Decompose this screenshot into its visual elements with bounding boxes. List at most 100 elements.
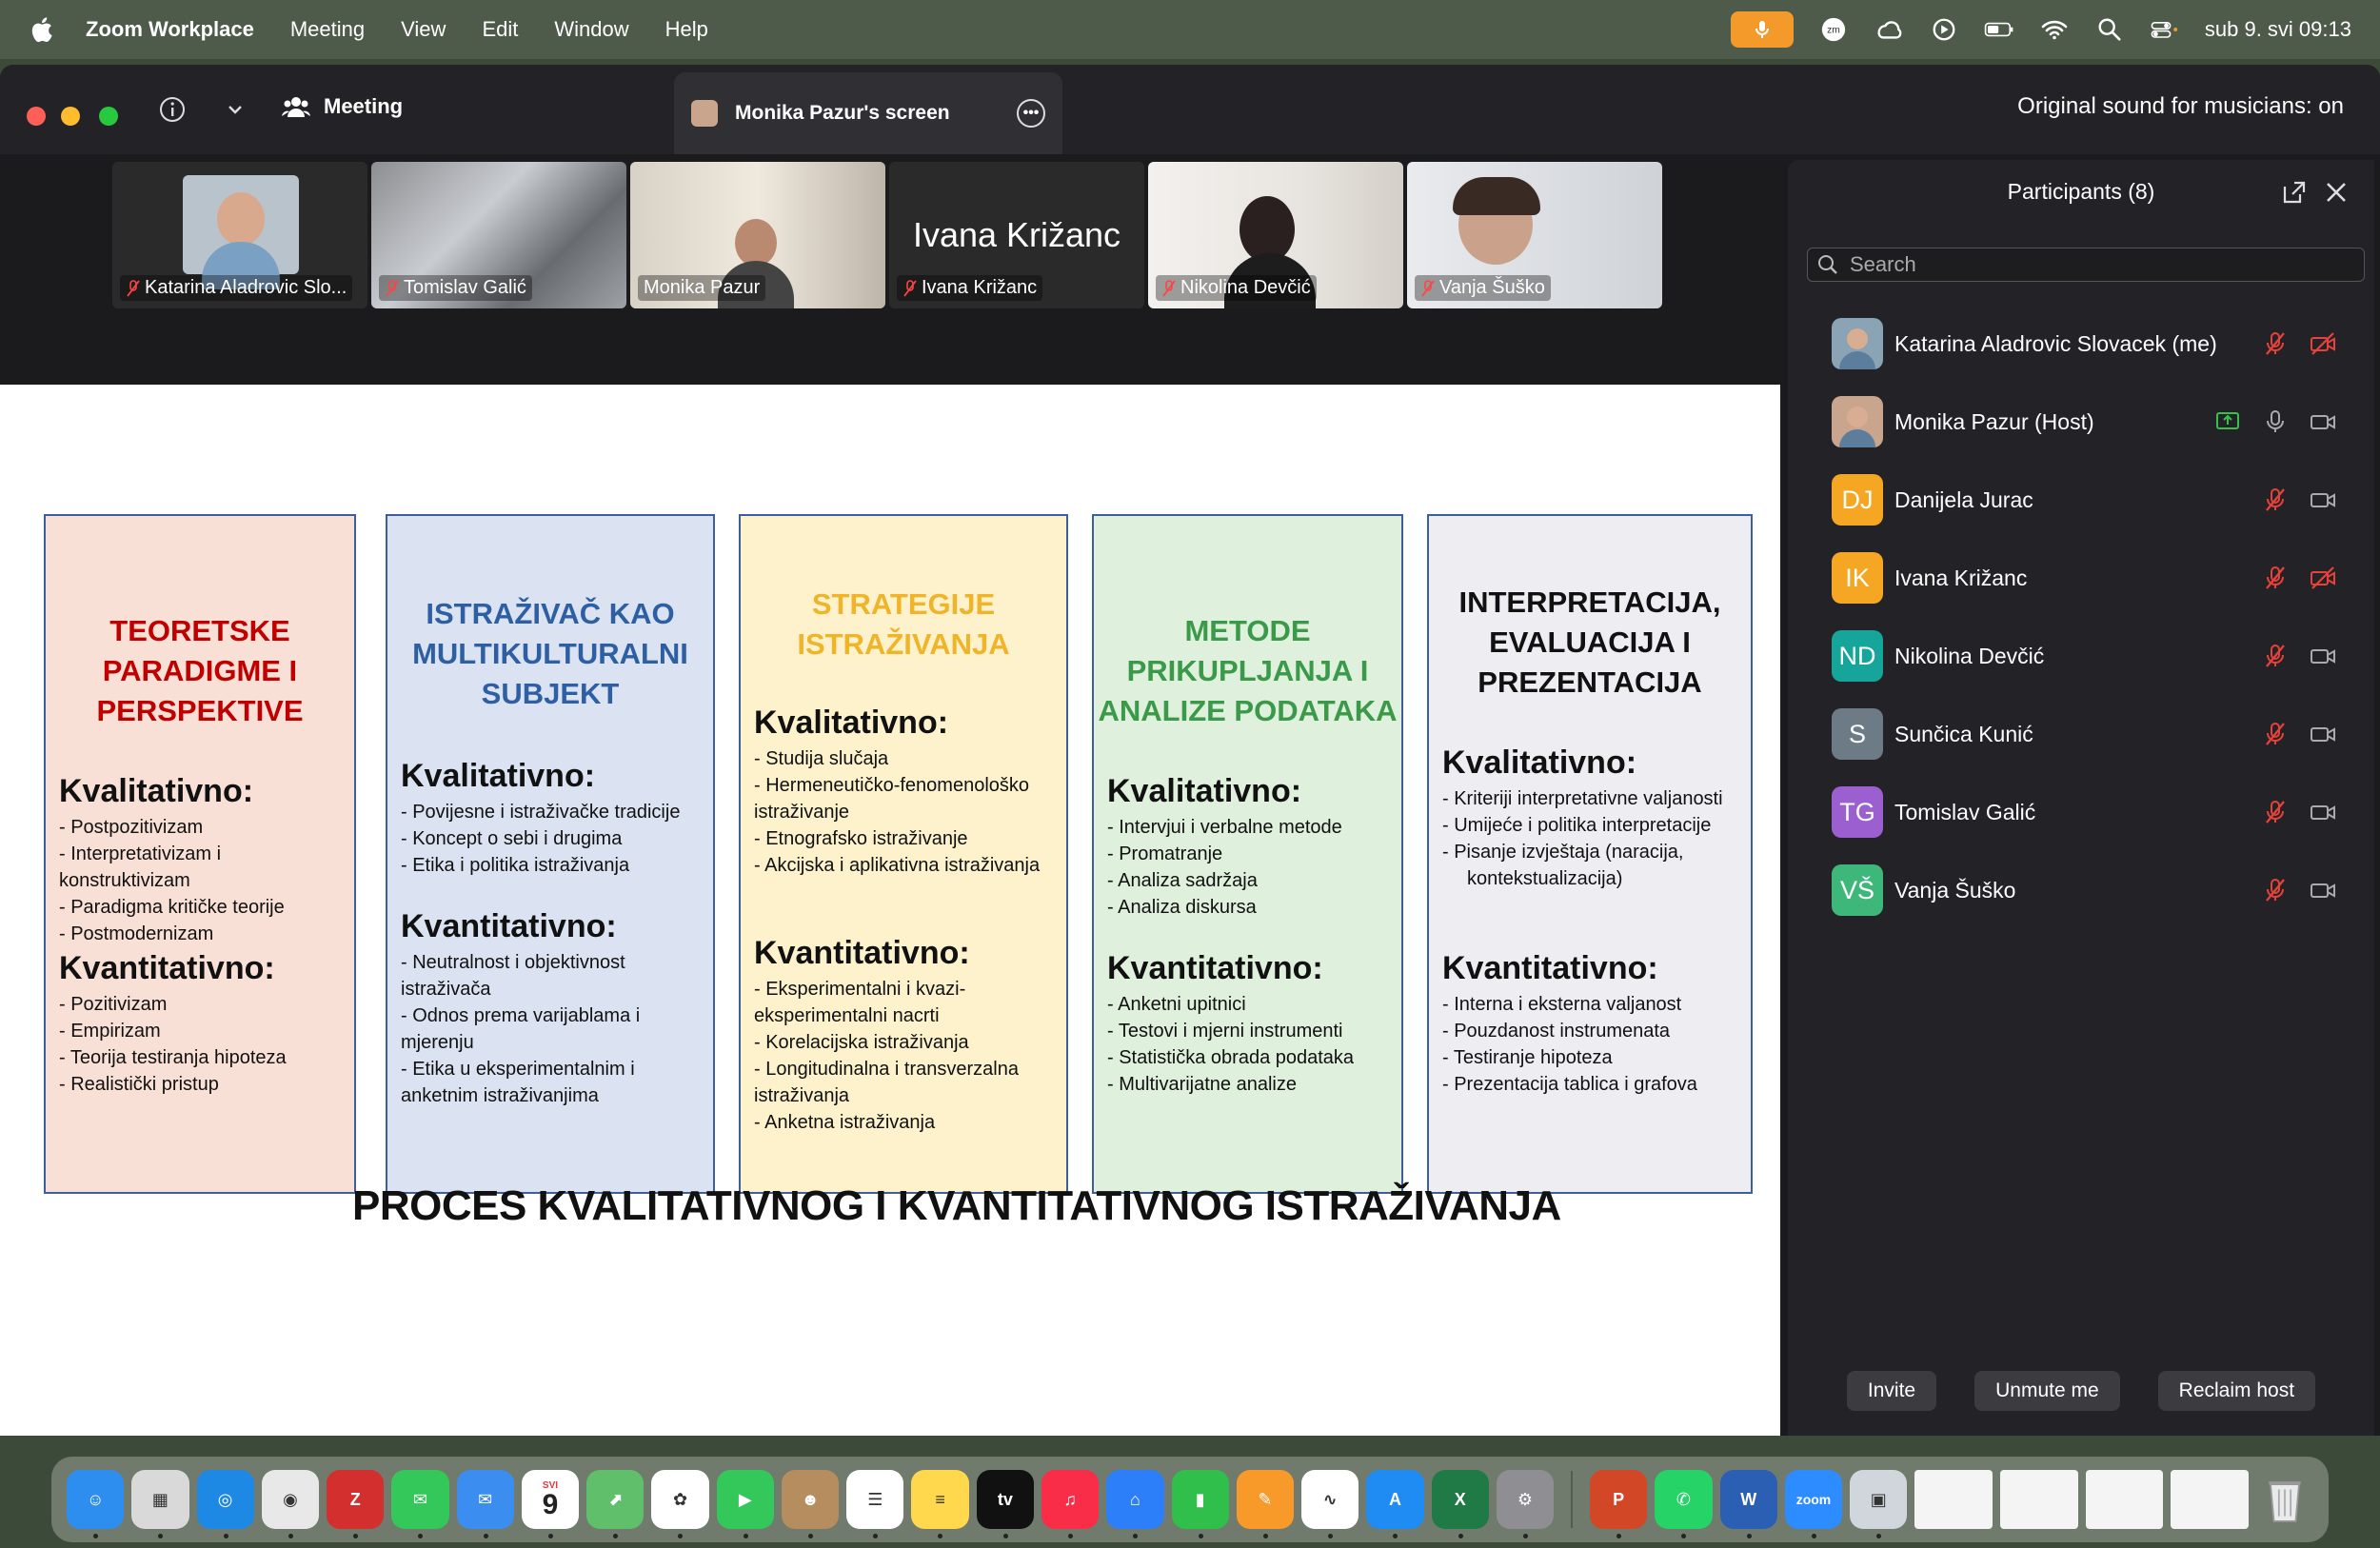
dock-music-icon[interactable]: ♫ — [1041, 1470, 1100, 1538]
dock-powerpoint-icon[interactable]: P — [1590, 1470, 1648, 1538]
close-icon[interactable] — [2323, 179, 2350, 206]
wifi-icon[interactable] — [2039, 15, 2070, 44]
video-tile-vanja[interactable]: Vanja Šuško — [1407, 162, 1662, 308]
muted-mic-icon[interactable] — [2262, 877, 2289, 903]
dock-keynote-icon[interactable]: ⌂ — [1106, 1470, 1164, 1538]
shared-screen-slide: TEORETSKE PARADIGME I PERSPEKTIVE Kvalitat… — [0, 385, 1780, 1436]
dock-maps-icon[interactable]: ⬈ — [586, 1470, 645, 1538]
video-camera-icon[interactable] — [2310, 408, 2336, 435]
dock-notes-icon[interactable]: ≡ — [911, 1470, 969, 1538]
microphone-in-use-icon[interactable] — [1730, 11, 1794, 48]
zoom-status-icon[interactable]: zm — [1818, 15, 1849, 44]
dock-mail-icon[interactable]: ✉ — [456, 1470, 514, 1538]
participant-row[interactable]: Katarina Aladrovic Slovacek (me) — [1788, 305, 2374, 383]
video-tile-ivana[interactable]: Ivana Križanc Ivana Križanc — [889, 162, 1144, 308]
dock-calendar-icon[interactable]: SVI 9 — [521, 1470, 580, 1538]
battery-icon[interactable] — [1984, 15, 2014, 44]
pop-out-icon[interactable] — [2281, 179, 2308, 206]
meeting-view-button[interactable]: Meeting — [282, 92, 403, 121]
dock-excel-icon[interactable]: X — [1431, 1470, 1489, 1538]
close-window-button[interactable] — [27, 107, 46, 126]
participant-name: Monika Pazur (Host) — [1894, 408, 2094, 434]
fullscreen-window-button[interactable] — [99, 107, 118, 126]
menu-window[interactable]: Window — [554, 17, 628, 42]
dock-pages-icon[interactable]: ✎ — [1236, 1470, 1295, 1538]
muted-mic-icon[interactable] — [2262, 721, 2289, 747]
invite-button[interactable]: Invite — [1846, 1371, 1937, 1411]
dock-trash-icon[interactable] — [2256, 1470, 2313, 1529]
play-icon[interactable] — [1929, 15, 1959, 44]
muted-mic-icon[interactable] — [2262, 643, 2289, 669]
participant-row[interactable]: ND Nikolina Devčić — [1788, 617, 2374, 695]
screen-share-tab[interactable]: Monika Pazur's screen ••• — [674, 72, 1062, 154]
muted-mic-icon[interactable] — [2262, 486, 2289, 513]
dock-chrome-icon[interactable]: ◉ — [261, 1470, 320, 1538]
participant-row[interactable]: IK Ivana Križanc — [1788, 539, 2374, 617]
menu-help[interactable]: Help — [665, 17, 708, 42]
video-tile-katarina[interactable]: Katarina Aladrovic Slo... — [112, 162, 367, 308]
dock-freeform-icon[interactable]: ∿ — [1301, 1470, 1359, 1538]
dock-safari-icon[interactable]: ◎ — [196, 1470, 254, 1538]
dock-app-store-icon[interactable]: A — [1366, 1470, 1424, 1538]
spotlight-search-icon[interactable] — [2094, 15, 2125, 44]
video-camera-icon[interactable] — [2310, 721, 2336, 747]
video-tile-nikolina[interactable]: Nikolina Devčić — [1148, 162, 1403, 308]
video-camera-icon[interactable] — [2310, 643, 2336, 669]
more-options-icon[interactable]: ••• — [1017, 99, 1045, 128]
participant-row[interactable]: Monika Pazur (Host) — [1788, 383, 2374, 461]
avatar: TG — [1832, 786, 1883, 838]
creative-cloud-icon[interactable] — [1874, 15, 1904, 44]
original-sound-status[interactable]: Original sound for musicians: on — [2017, 93, 2344, 120]
dock-preview-icon[interactable]: ▣ — [1850, 1470, 1908, 1538]
muted-mic-icon — [1162, 279, 1176, 297]
video-off-icon[interactable] — [2310, 565, 2336, 591]
menu-edit[interactable]: Edit — [482, 17, 518, 42]
muted-mic-icon[interactable] — [2262, 330, 2289, 357]
participant-row[interactable]: DJ Danijela Jurac — [1788, 461, 2374, 539]
dock-zotero-icon[interactable]: Z — [327, 1470, 385, 1538]
dock-photos-icon[interactable]: ✿ — [651, 1470, 709, 1538]
video-tile-tomislav[interactable]: Tomislav Galić — [371, 162, 626, 308]
dock-numbers-icon[interactable]: ▮ — [1171, 1470, 1229, 1538]
menu-view[interactable]: View — [401, 17, 446, 42]
meeting-info-icon[interactable] — [156, 93, 188, 126]
dock-contacts-icon[interactable]: ☻ — [781, 1470, 840, 1538]
apple-icon[interactable] — [29, 15, 53, 44]
video-camera-icon[interactable] — [2310, 877, 2336, 903]
participant-row[interactable]: S Sunčica Kunić — [1788, 695, 2374, 773]
video-tile-monika[interactable]: Monika Pazur — [630, 162, 885, 308]
muted-mic-icon[interactable] — [2262, 799, 2289, 825]
unmute-me-button[interactable]: Unmute me — [1974, 1371, 2120, 1411]
dock-facetime-icon[interactable]: ▶ — [716, 1470, 774, 1538]
video-off-icon[interactable] — [2310, 330, 2336, 357]
muted-mic-icon[interactable] — [2262, 565, 2289, 591]
quantitative-section: Kvantitativno: - Eksperimentalni i kvazi… — [754, 935, 1019, 1133]
mic-icon[interactable] — [2262, 408, 2289, 435]
menubar-clock[interactable]: sub 9. svi 09:13 — [2205, 17, 2351, 42]
dock-system-settings-icon[interactable]: ⚙ — [1496, 1470, 1555, 1538]
video-camera-icon[interactable] — [2310, 799, 2336, 825]
chevron-down-icon[interactable] — [219, 93, 251, 126]
dock-minimized-window[interactable] — [2000, 1470, 2078, 1529]
dock-messages-icon[interactable]: ✉ — [391, 1470, 449, 1538]
dock-word-icon[interactable]: W — [1719, 1470, 1777, 1538]
dock-minimized-window[interactable] — [2171, 1470, 2249, 1529]
dock-tv-icon[interactable]: tv — [976, 1470, 1034, 1538]
dock-minimized-window[interactable] — [2085, 1470, 2164, 1529]
participant-row[interactable]: VŠ Vanja Šuško — [1788, 851, 2374, 929]
participant-search-input[interactable]: Search — [1807, 248, 2365, 282]
dock-reminders-icon[interactable]: ☰ — [846, 1470, 904, 1538]
minimize-window-button[interactable] — [61, 107, 80, 126]
menu-app-name[interactable]: Zoom Workplace — [86, 17, 254, 42]
dock-zoom-icon[interactable]: zoom — [1784, 1470, 1843, 1538]
dock-finder-icon[interactable]: ☺ — [67, 1470, 125, 1538]
menu-meeting[interactable]: Meeting — [290, 17, 365, 42]
control-center-icon[interactable] — [2150, 15, 2180, 44]
reclaim-host-button[interactable]: Reclaim host — [2157, 1371, 2316, 1411]
participant-row[interactable]: TG Tomislav Galić — [1788, 773, 2374, 851]
quantitative-section: Kvantitativno: - Anketni upitnici - Test… — [1107, 950, 1355, 1095]
video-camera-icon[interactable] — [2310, 486, 2336, 513]
dock-whatsapp-icon[interactable]: ✆ — [1655, 1470, 1713, 1538]
dock-minimized-window[interactable] — [1914, 1470, 1993, 1529]
dock-launchpad-icon[interactable]: ▦ — [131, 1470, 189, 1538]
